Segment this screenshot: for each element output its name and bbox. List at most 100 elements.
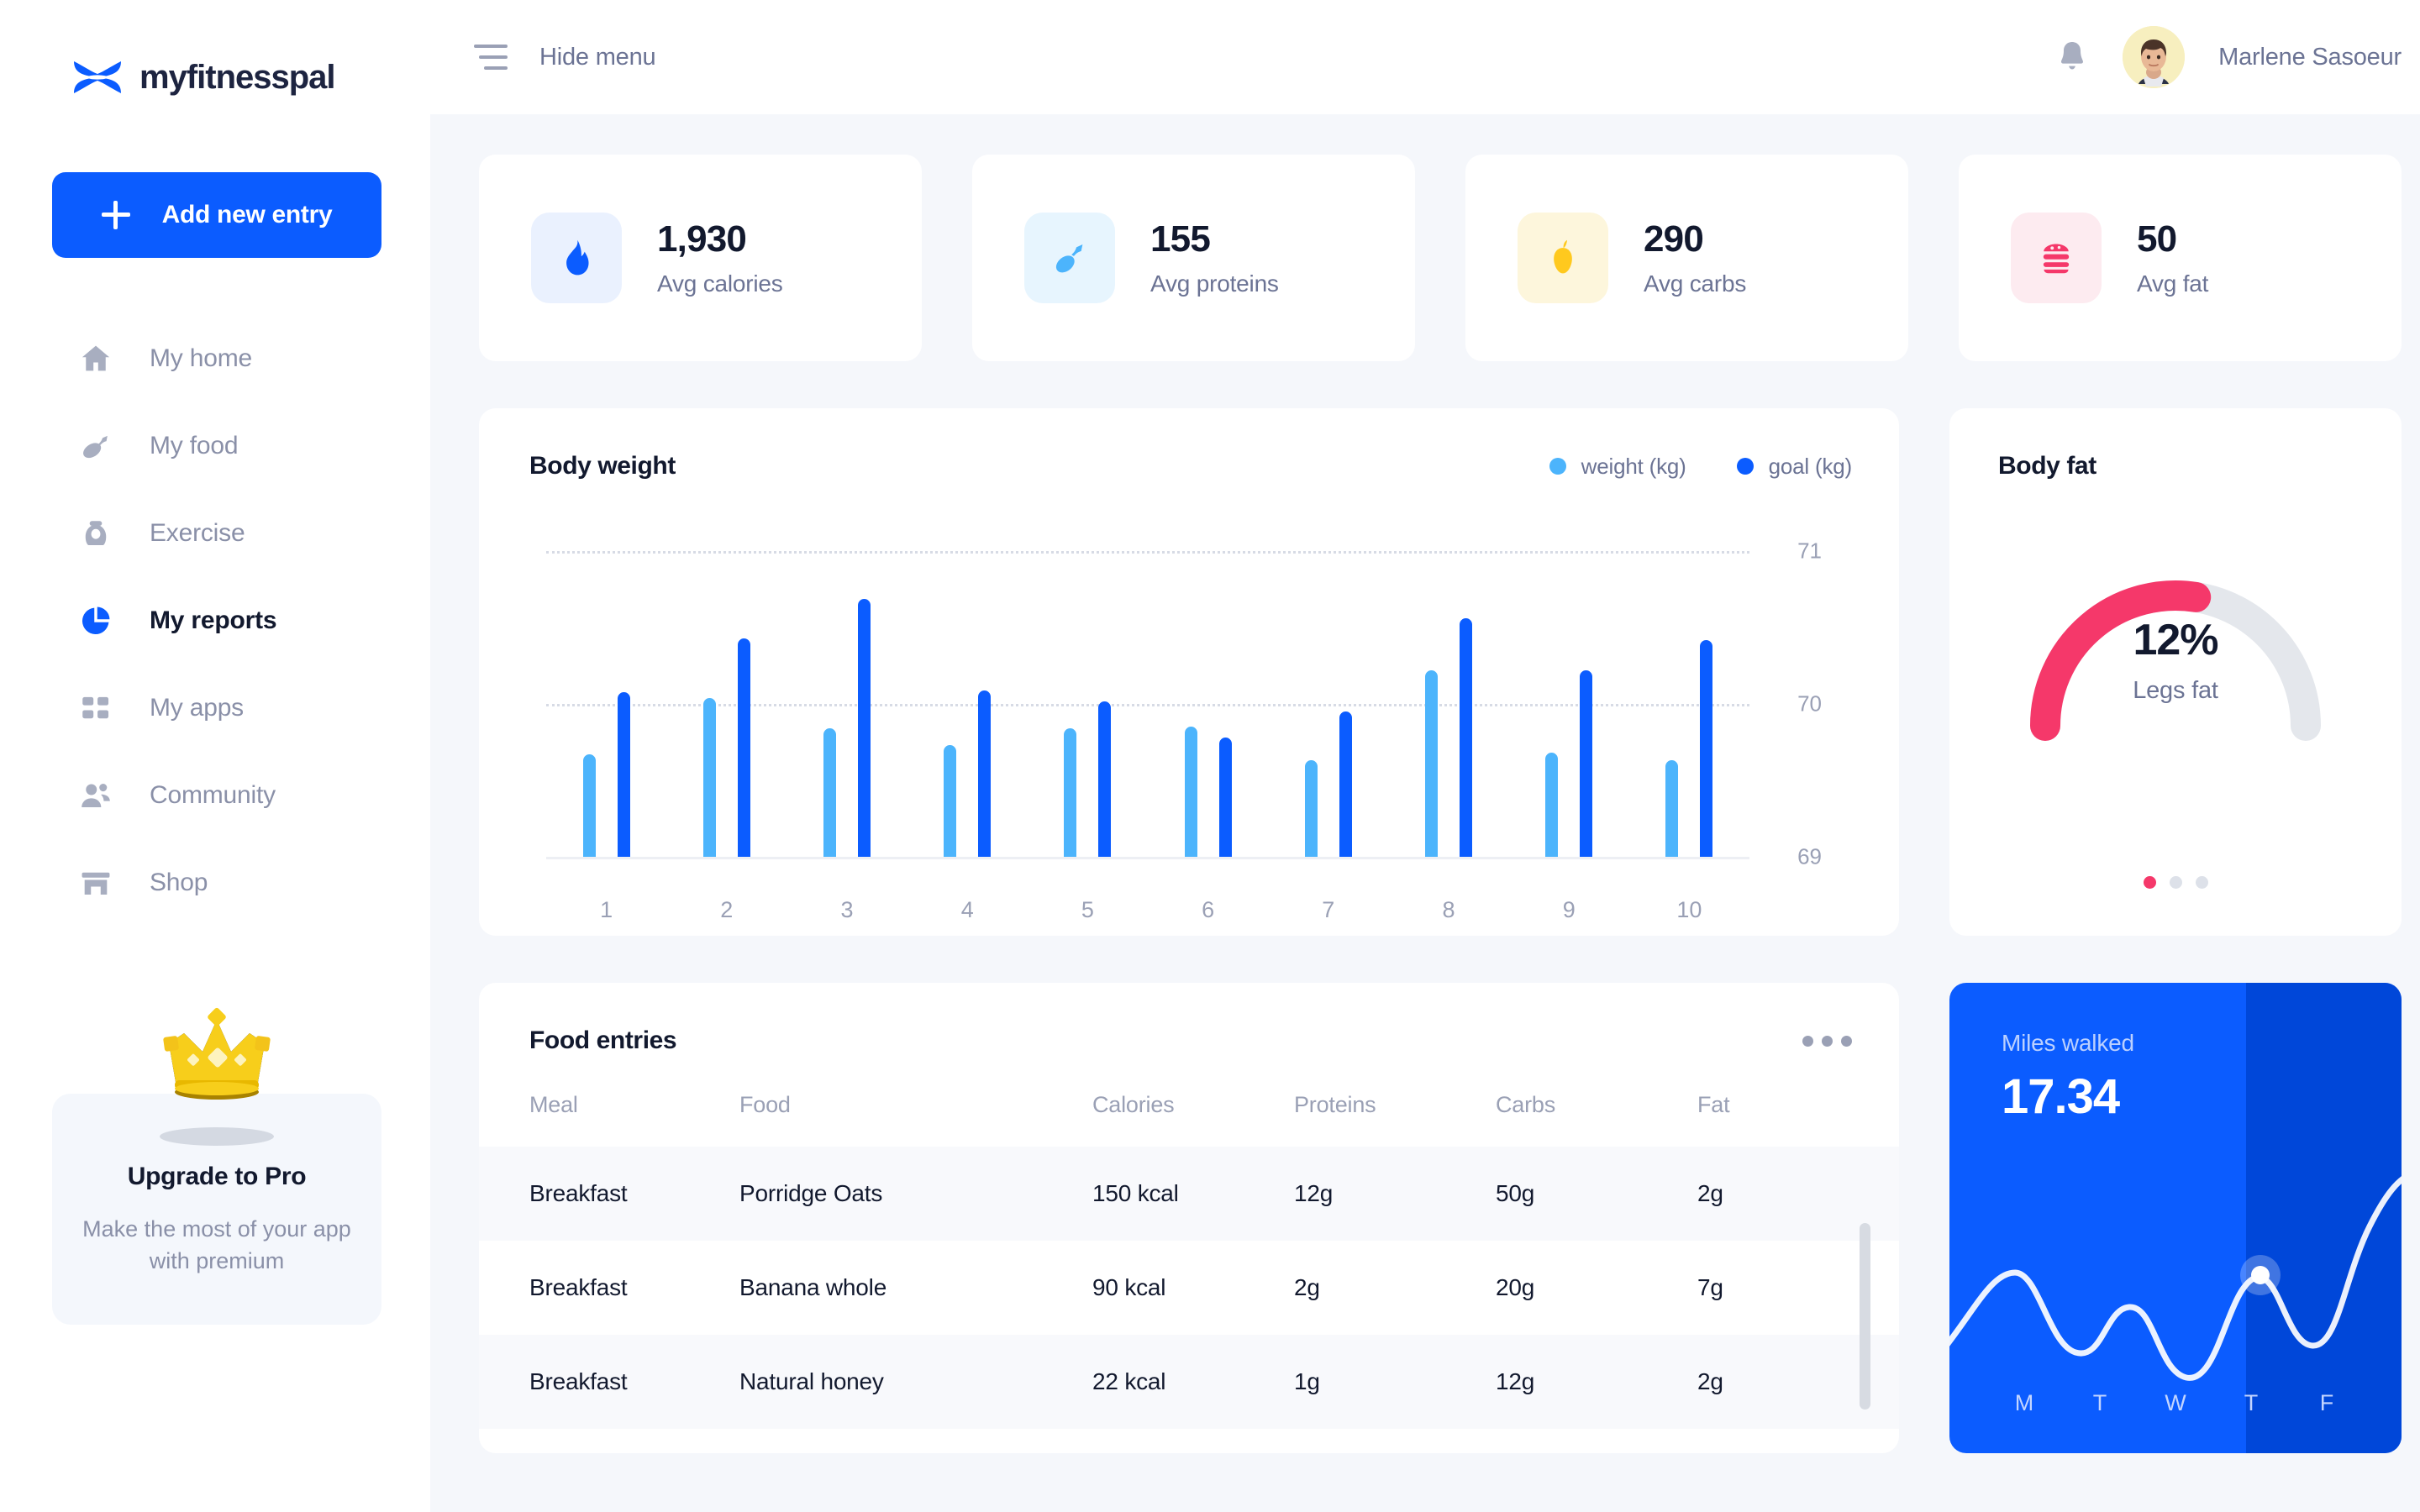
promo-title: Upgrade to Pro — [127, 1163, 307, 1190]
bar-weight[interactable] — [823, 728, 836, 857]
sidebar-item-my-apps[interactable]: My apps — [0, 664, 430, 752]
bar-group — [666, 521, 786, 857]
sidebar-item-my-reports[interactable]: My reports — [0, 577, 430, 664]
apple-icon-tile — [1518, 213, 1608, 303]
bar-goal[interactable] — [1218, 738, 1232, 857]
bar-goal[interactable] — [1580, 670, 1593, 857]
overflow-menu-icon[interactable] — [1802, 1035, 1852, 1047]
x-axis-tick: 3 — [840, 897, 854, 922]
bar-group — [1629, 521, 1749, 857]
food-entries-body: Breakfast Porridge Oats 150 kcal 12g 50g 2g Br… — [479, 1147, 1899, 1429]
cell-meal: Breakfast — [529, 1180, 628, 1206]
bar-group — [1388, 521, 1508, 857]
body-fat-carousel-dots — [1949, 876, 2402, 889]
sidebar-item-my-home[interactable]: My home — [0, 315, 430, 402]
legend-label: goal (kg) — [1768, 453, 1853, 479]
stat-value: 290 — [1644, 218, 1704, 260]
brand-logo-area[interactable]: myfitnesspal — [0, 0, 430, 114]
bar-weight[interactable] — [702, 697, 716, 857]
carousel-dot[interactable] — [2143, 876, 2156, 889]
kettlebell-icon — [77, 515, 114, 552]
bar-weight[interactable] — [944, 745, 957, 857]
grid-icon — [77, 690, 114, 727]
middle-row: Body weight weight (kg) goal (kg) 71 70 … — [479, 408, 2402, 936]
sidebar-item-community[interactable]: Community — [0, 752, 430, 839]
bar-weight[interactable] — [1064, 728, 1077, 857]
chart-legend: weight (kg) goal (kg) — [1549, 454, 1852, 480]
stat-label: Avg carbs — [1644, 270, 1747, 297]
bar-goal[interactable] — [1098, 701, 1112, 857]
legend-item-weight[interactable]: weight (kg) — [1549, 454, 1686, 480]
sidebar-item-label: My food — [150, 432, 239, 459]
avatar-image — [2123, 26, 2186, 88]
bar-group — [1509, 521, 1629, 857]
table-row[interactable]: Breakfast Porridge Oats 150 kcal 12g 50g 2g — [479, 1147, 1899, 1241]
stat-cards: 1,930 Avg calories 155 Avg proteins 290 … — [479, 155, 2402, 361]
table-scrollbar-thumb[interactable] — [1860, 1223, 1870, 1410]
bar-goal[interactable] — [737, 638, 750, 857]
stat-label: Avg fat — [2137, 270, 2209, 297]
bar-weight[interactable] — [1184, 727, 1197, 857]
bar-goal[interactable] — [1700, 639, 1713, 857]
carousel-dot[interactable] — [2169, 876, 2182, 889]
sidebar-item-label: My home — [150, 344, 252, 372]
column-header-meal: Meal — [529, 1092, 578, 1117]
carousel-dot[interactable] — [2195, 876, 2208, 889]
hide-menu-label: Hide menu — [539, 43, 656, 71]
sidebar-item-my-food[interactable]: My food — [0, 402, 430, 490]
bell-icon[interactable] — [2055, 39, 2089, 76]
bar-goal[interactable] — [1460, 618, 1473, 857]
bar-goal[interactable] — [858, 598, 871, 857]
x-axis-tick: 2 — [720, 897, 734, 922]
day-label: F — [2319, 1390, 2334, 1415]
hide-menu-button[interactable]: Hide menu — [474, 43, 656, 71]
bar-weight[interactable] — [1425, 670, 1439, 857]
x-axis-tick: 4 — [960, 897, 974, 922]
pie-chart-icon — [77, 602, 114, 639]
add-new-entry-button[interactable]: Add new entry — [52, 172, 381, 258]
table-row[interactable]: Breakfast Natural honey 22 kcal 1g 12g 2g — [479, 1335, 1899, 1429]
sidebar-item-label: Exercise — [150, 519, 245, 547]
upgrade-promo-card[interactable]: Upgrade to Pro Make the most of your app… — [52, 1094, 381, 1325]
sidebar-item-shop[interactable]: Shop — [0, 839, 430, 927]
cell-proteins: 2g — [1294, 1274, 1320, 1300]
sidebar-item-exercise[interactable]: Exercise — [0, 490, 430, 577]
upgrade-promo[interactable]: Upgrade to Pro Make the most of your app… — [52, 1000, 381, 1325]
avatar[interactable] — [2123, 26, 2186, 88]
cell-proteins: 12g — [1294, 1180, 1334, 1206]
column-header-carbs: Carbs — [1496, 1092, 1556, 1117]
promo-shadow-ellipse — [160, 1127, 274, 1146]
bar-weight[interactable] — [582, 754, 596, 857]
cell-calories: 150 kcal — [1092, 1180, 1179, 1206]
cell-calories: 22 kcal — [1092, 1368, 1166, 1394]
food-entries-header: Food entries — [479, 1026, 1899, 1055]
body-weight-chart: 71 70 69 1 2 3 4 5 6 7 8 9 10 — [529, 521, 1852, 922]
bar-weight[interactable] — [1304, 760, 1318, 857]
table-header-row: Meal Food Calories Proteins Carbs Fat — [479, 1092, 1899, 1147]
bar-goal[interactable] — [978, 690, 992, 857]
x-axis-tick: 1 — [600, 897, 613, 922]
column-header-calories: Calories — [1092, 1092, 1175, 1117]
marker-dot — [2251, 1266, 2270, 1284]
plus-icon — [101, 201, 130, 229]
bar-goal[interactable] — [1339, 711, 1352, 857]
x-axis-tick: 5 — [1081, 897, 1094, 922]
drumstick-icon-tile — [1024, 213, 1115, 303]
miles-walked-value: 17.34 — [2002, 1069, 2120, 1124]
bar-group — [786, 521, 907, 857]
table-row[interactable]: Breakfast Banana whole 90 kcal 2g 20g 7g — [479, 1241, 1899, 1335]
x-axis-tick: 8 — [1442, 897, 1455, 922]
burger-icon — [2043, 244, 2070, 274]
y-axis-tick: 69 — [1797, 843, 1822, 869]
x-axis-tick: 7 — [1322, 897, 1335, 922]
bar-goal[interactable] — [617, 691, 630, 857]
bar-weight[interactable] — [1545, 753, 1559, 857]
legend-item-goal[interactable]: goal (kg) — [1736, 453, 1853, 480]
body-fat-label: Legs fat — [2133, 677, 2218, 704]
bar-weight[interactable] — [1665, 760, 1679, 857]
table-scrollbar[interactable] — [1860, 1223, 1870, 1410]
store-icon — [77, 864, 114, 901]
user-name[interactable]: Marlene Sasoeur — [2218, 44, 2402, 71]
x-axis-tick: 10 — [1676, 897, 1702, 922]
sidebar-item-label: My apps — [150, 694, 244, 722]
